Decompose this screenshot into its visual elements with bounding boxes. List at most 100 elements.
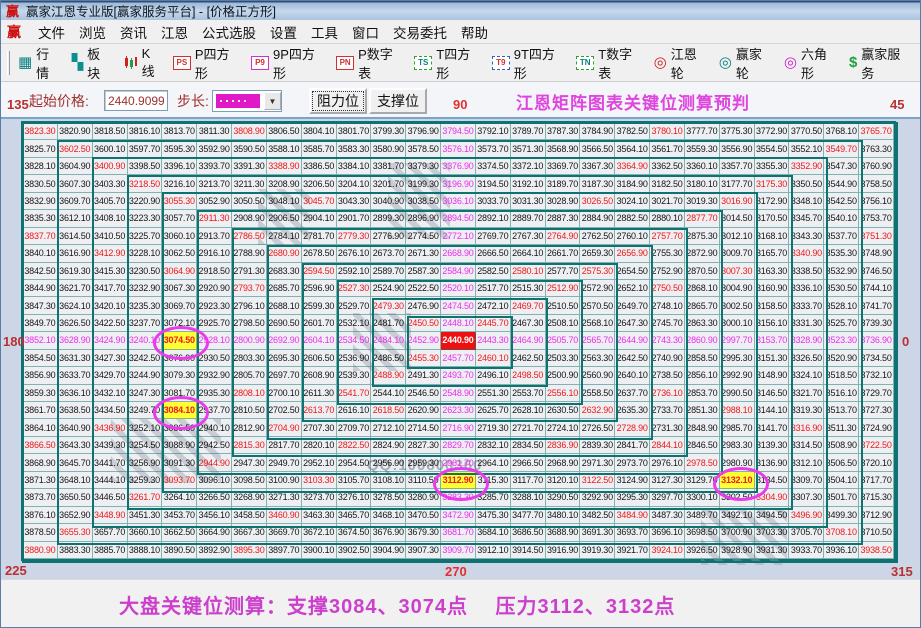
grid-cell: 3393.70	[197, 157, 233, 176]
toolbar-item-1[interactable]: ▦ 行情	[18, 44, 61, 82]
grid-cell: 3300.10	[684, 489, 720, 507]
toolbar-item-9[interactable]: TN T数字表	[576, 44, 642, 82]
grid-cell: 3076.90	[162, 349, 198, 368]
toolbar-item-4[interactable]: PS P四方形	[172, 44, 240, 82]
menu-item[interactable]: 公式选股	[195, 19, 263, 45]
toolbar-item-label: P数字表	[358, 46, 393, 81]
toolbar-item-10[interactable]: ◎ 江恩轮	[654, 44, 708, 82]
grid-cell: 3064.90	[162, 262, 198, 280]
status-bar: 大盘关键位测算：支撑3084、3074点 压力3112、3132点	[1, 579, 920, 627]
pn-box-icon: PN	[336, 55, 355, 70]
grid-cell: 3343.30	[789, 227, 825, 246]
chevron-down-icon[interactable]: ▼	[264, 92, 281, 110]
grid-cell: 3840.10	[23, 245, 58, 263]
grid-cell: 2916.10	[197, 245, 233, 263]
grid-cell: 3045.70	[301, 192, 337, 211]
resistance-button[interactable]: 阻力位	[309, 88, 367, 114]
toolbar-item-13[interactable]: $ 赢家服务	[849, 44, 911, 82]
grid-cell: 3856.90	[23, 367, 58, 385]
menu-item[interactable]: 江恩	[154, 19, 195, 45]
grid-cell: 2680.90	[266, 245, 302, 263]
grid-cell: 2738.50	[650, 367, 685, 385]
grid-cell: 2829.70	[441, 436, 476, 455]
window-title: 赢家江恩专业版[赢家服务平台] - [价格正方形]	[26, 5, 277, 19]
grid-cell: 3271.30	[266, 489, 302, 507]
grid-cell: 3268.90	[232, 489, 267, 507]
grid-cell: 2505.70	[545, 332, 581, 350]
grid-cell: 3112.90	[441, 471, 476, 490]
menu-item[interactable]: 浏览	[72, 19, 113, 45]
grid-cell: 2644.90	[615, 332, 651, 350]
grid-cell: 2500.90	[545, 367, 581, 385]
grid-cell: 3002.50	[719, 297, 755, 315]
grid-cell: 2872.90	[684, 245, 720, 263]
support-button[interactable]: 支撑位	[369, 88, 427, 114]
grid-cell: 2752.90	[650, 262, 685, 280]
grid-cell: 3525.70	[824, 314, 860, 333]
grid-cell: 3427.30	[92, 349, 128, 368]
grid-cell: 3355.30	[754, 157, 790, 176]
grid-cell: 2865.70	[684, 297, 720, 315]
grid-cell: 2668.90	[441, 245, 476, 263]
toolbar-item-12[interactable]: ◎ 六角形	[784, 44, 838, 82]
toolbar-item-3[interactable]: K线	[123, 46, 162, 80]
grid-cell: 2560.90	[580, 367, 616, 385]
toolbar-drag-handle[interactable]	[7, 50, 10, 75]
grid-cell: 2568.10	[580, 314, 616, 333]
menu-item[interactable]: 文件	[31, 19, 72, 45]
grid-cell: 3792.10	[475, 123, 511, 141]
step-dropdown[interactable]: ▼	[212, 90, 282, 112]
grid-cell: 3633.70	[57, 367, 93, 385]
grid-cell: 3708.10	[824, 524, 860, 542]
grid-cell: 3566.50	[580, 140, 616, 158]
toolbar-item-7[interactable]: TS T四方形	[414, 44, 480, 82]
grid-cell: 2815.30	[232, 436, 267, 455]
start-price-input[interactable]	[104, 90, 168, 111]
grid-cell: 3684.10	[475, 524, 511, 542]
toolbar-item-label: 板块	[87, 46, 101, 81]
grid-cell: 3408.10	[92, 210, 128, 228]
grid-cell: 3312.10	[789, 454, 825, 472]
grid-cell: 3688.90	[545, 524, 581, 542]
menu-item[interactable]: 交易委托	[386, 19, 454, 45]
toolbar-item-11[interactable]: ◎ 赢家轮	[719, 44, 773, 82]
grid-cell: 3468.10	[371, 506, 407, 525]
grid-cell: 2678.50	[301, 245, 337, 263]
toolbar-item-5[interactable]: P9 9P四方形	[251, 44, 325, 82]
grid-cell: 3036.10	[441, 192, 476, 211]
grid-cell: 3124.90	[615, 471, 651, 490]
toolbar-item-2[interactable]: ▚ 板块	[72, 44, 112, 82]
grid-cell: 2464.90	[510, 332, 546, 350]
grid-cell: 2983.30	[719, 436, 755, 455]
toolbar-items: ▦ 行情 ▚ 板块 K线 PS P四方形 P9 9P四方形 PN P数字表 TS T四方形 T9 9T四方形…	[18, 44, 920, 82]
grid-cell: 3662.50	[162, 524, 198, 542]
grid-cell: 3835.30	[23, 210, 58, 228]
menu-item[interactable]: 帮助	[454, 19, 495, 45]
menu-item[interactable]: 窗口	[345, 19, 386, 45]
grid-cell: 2961.70	[441, 454, 476, 472]
grid-cell: 3160.90	[754, 279, 790, 298]
grid-cell: 3650.50	[57, 489, 93, 507]
grid-cell: 3420.10	[92, 297, 128, 315]
grid-cell: 3907.30	[406, 541, 442, 559]
grid-cell: 3660.10	[127, 524, 163, 542]
grid-cell: 3391.30	[232, 157, 267, 176]
menu-item[interactable]: 工具	[304, 19, 345, 45]
menu-item[interactable]: 设置	[263, 19, 304, 45]
toolbar-item-6[interactable]: PN P数字表	[336, 44, 403, 82]
grid-cell: 2601.70	[301, 314, 337, 333]
grid-cell: 3547.30	[824, 157, 860, 176]
grid-cell: 3686.50	[510, 524, 546, 542]
t9-box-icon: T9	[491, 55, 510, 70]
grid-cell: 3254.50	[127, 436, 163, 455]
toolbar-item-8[interactable]: T9 9T四方形	[491, 44, 565, 82]
grid-cell: 3722.50	[859, 436, 894, 455]
grid-cell: 2908.90	[232, 210, 267, 228]
grid-cell: 2959.30	[406, 454, 442, 472]
grid-cell: 2976.10	[650, 454, 685, 472]
menu-item[interactable]: 资讯	[113, 19, 154, 45]
grid-cell: 2892.10	[475, 210, 511, 228]
grid-cell: 3444.10	[92, 471, 128, 490]
grid-cell: 3837.70	[23, 227, 58, 246]
grid-cell: 3235.30	[127, 297, 163, 315]
